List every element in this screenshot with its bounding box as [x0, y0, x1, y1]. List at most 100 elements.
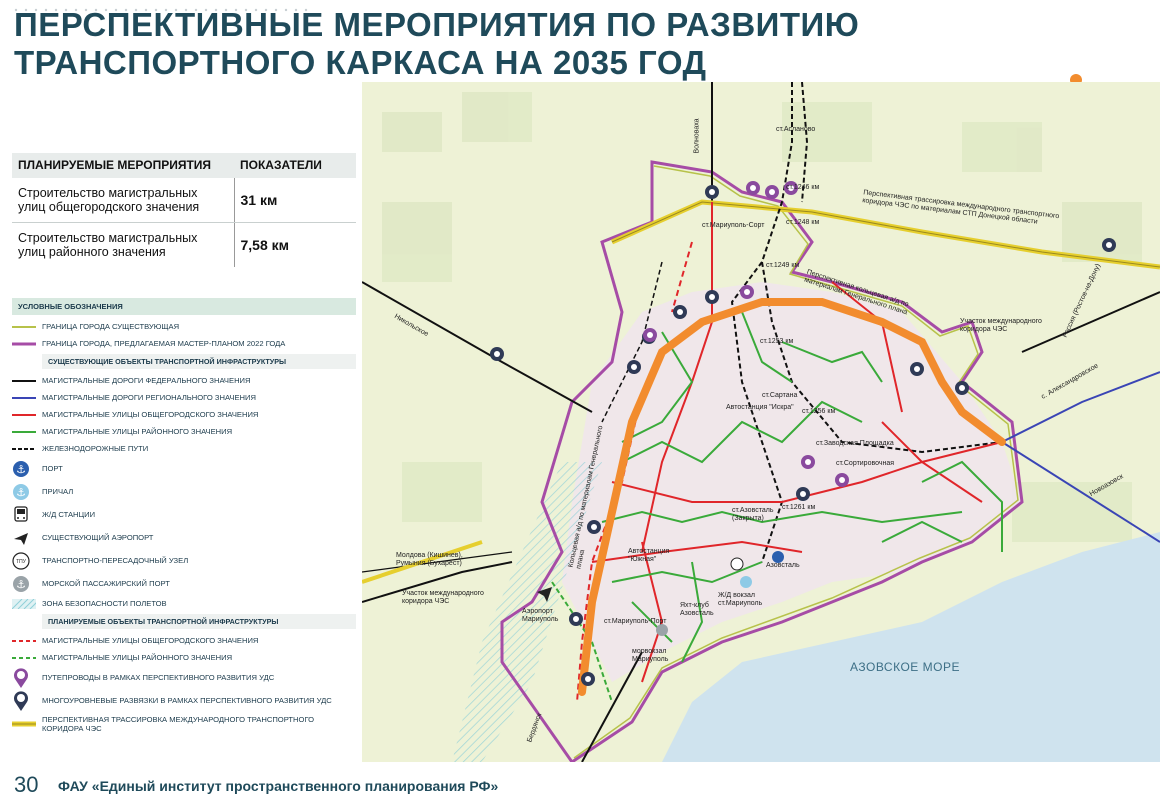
- legend-label: МАГИСТРАЛЬНЫЕ ДОРОГИ ФЕДЕРАЛЬНОГО ЗНАЧЕН…: [42, 376, 251, 385]
- svg-text:⚓: ⚓: [16, 578, 26, 591]
- map-label-km1261: ст.1261 км: [782, 504, 816, 511]
- dashed-line-swatch-icon: [12, 655, 42, 661]
- svg-text:⚓: ⚓: [16, 463, 26, 476]
- map-label-sea: АЗОВСКОЕ МОРЕ: [850, 660, 960, 674]
- legend-label: МАГИСТРАЛЬНЫЕ УЛИЦЫ РАЙОННОГО ЗНАЧЕНИЯ: [42, 653, 233, 662]
- map-legend: УСЛОВНЫЕ ОБОЗНАЧЕНИЯ ГРАНИЦА ГОРОДА СУЩЕ…: [12, 298, 356, 735]
- legend-item-port: ⚓ ПОРТ: [12, 457, 356, 480]
- metrics-table: ПЛАНИРУЕМЫЕ МЕРОПРИЯТИЯ ПОКАЗАТЕЛИ Строи…: [12, 153, 356, 267]
- railway-swatch-icon: [12, 446, 42, 452]
- metrics-row-label: Строительство магистральных улиц районно…: [18, 231, 198, 259]
- map-label-volnovakha: Волноваха: [693, 118, 701, 154]
- map-label-aslanovo: ст.Асланово: [776, 126, 816, 133]
- airplane-icon: [12, 529, 42, 547]
- map-label-sortirovochnaya: ст.Сортировочная: [836, 460, 895, 467]
- page-title: ПЕРСПЕКТИВНЫЕ МЕРОПРИЯТИЯ ПО РАЗВИТИЮ ТР…: [14, 6, 860, 81]
- map-label-azovstal: Азовсталь: [766, 562, 800, 569]
- pier-anchor-icon: ⚓: [12, 483, 42, 501]
- metrics-row: Строительство магистральных улиц районно…: [12, 222, 356, 267]
- sea-port-icon: ⚓: [12, 575, 42, 593]
- legend-label: МАГИСТРАЛЬНЫЕ ДОРОГИ РЕГИОНАЛЬНОГО ЗНАЧЕ…: [42, 393, 256, 402]
- legend-label: ТРАНСПОРТНО-ПЕРЕСАДОЧНЫЙ УЗЕЛ: [42, 556, 189, 565]
- map-label-mariupol-port: ст.Мариуполь-Порт: [604, 618, 667, 625]
- legend-label: ЗОНА БЕЗОПАСНОСТИ ПОЛЕТОВ: [42, 599, 167, 608]
- legend-label: ГРАНИЦА ГОРОДА, ПРЕДЛАГАЕМАЯ МАСТЕР-ПЛАН…: [42, 339, 286, 348]
- map-label-zavodskaya: ст.Заводская Площадка: [816, 440, 894, 447]
- map-label-iskra: Автостанция "Искра": [726, 404, 794, 411]
- anchor-icon: ⚓: [12, 460, 42, 478]
- hatched-zone-icon: [12, 598, 42, 609]
- metrics-header-value: ПОКАЗАТЕЛИ: [234, 153, 356, 178]
- legend-item-planned-district: МАГИСТРАЛЬНЫЕ УЛИЦЫ РАЙОННОГО ЗНАЧЕНИЯ: [12, 649, 356, 666]
- map-label-sartana: ст.Сартана: [762, 392, 798, 399]
- organization-name: ФАУ «Единый институт пространственного п…: [58, 778, 499, 794]
- map-label-mariupol-sort: ст.Мариуполь-Сорт: [702, 222, 765, 229]
- legend-item-sea-port: ⚓ МОРСКОЙ ПАССАЖИРСКИЙ ПОРТ: [12, 572, 356, 595]
- legend-item-boundary-planned: ГРАНИЦА ГОРОДА, ПРЕДЛАГАЕМАЯ МАСТЕР-ПЛАН…: [12, 335, 356, 352]
- legend-label: Ж/Д СТАНЦИИ: [42, 510, 96, 519]
- metrics-row: Строительство магистральных улиц общегор…: [12, 178, 356, 223]
- legend-item-airport: СУЩЕСТВУЮЩИЙ АЭРОПОРТ: [12, 526, 356, 549]
- legend-label: МОРСКОЙ ПАССАЖИРСКИЙ ПОРТ: [42, 579, 170, 588]
- tpu-glyph: ТПУ: [16, 559, 27, 565]
- transfer-hub-icon: ТПУ: [12, 551, 42, 570]
- legend-label: МАГИСТРАЛЬНЫЕ УЛИЦЫ ОБЩЕГОРОДСКОГО ЗНАЧЕ…: [42, 410, 259, 419]
- svg-text:⚓: ⚓: [16, 486, 26, 499]
- dashed-line-swatch-icon: [12, 638, 42, 644]
- legend-item-boundary-existing: ГРАНИЦА ГОРОДА СУЩЕСТВУЮЩАЯ: [12, 318, 356, 335]
- legend-item-rail-stations: Ж/Д СТАНЦИИ: [12, 503, 356, 526]
- legend-heading: УСЛОВНЫЕ ОБОЗНАЧЕНИЯ: [12, 298, 356, 315]
- legend-label: ПРИЧАЛ: [42, 487, 74, 496]
- legend-label: ГРАНИЦА ГОРОДА СУЩЕСТВУЮЩАЯ: [42, 322, 180, 331]
- map-label-km1256: ст.1256 км: [802, 408, 836, 415]
- legend-label: ПУТЕПРОВОДЫ В РАМКАХ ПЕРСПЕКТИВНОГО РАЗВ…: [42, 673, 275, 682]
- legend-item-overpasses: ПУТЕПРОВОДЫ В РАМКАХ ПЕРСПЕКТИВНОГО РАЗВ…: [12, 666, 356, 689]
- metrics-row-value: 7,58 км: [233, 222, 356, 267]
- interchange-pin-icon: [12, 690, 42, 712]
- map-label-seaport: морвокзал Мариуполь: [632, 648, 669, 663]
- line-swatch-icon: [12, 324, 42, 330]
- map-label-moldova: Молдова (Кишинев), Румыния (Бухарест): [396, 552, 463, 567]
- metrics-row-value: 31 км: [233, 178, 356, 223]
- legend-subheading: ПЛАНИРУЕМЫЕ ОБЪЕКТЫ ТРАНСПОРТНОЙ ИНФРАСТ…: [42, 614, 356, 629]
- metrics-header-activity: ПЛАНИРУЕМЫЕ МЕРОПРИЯТИЯ: [12, 153, 234, 178]
- legend-label: ПЕРСПЕКТИВНАЯ ТРАССИРОВКА МЕЖДУНАРОДНОГО…: [42, 714, 315, 733]
- legend-label: СУЩЕСТВУЮЩИЙ АЭРОПОРТ: [42, 533, 154, 542]
- legend-item-regional: МАГИСТРАЛЬНЫЕ ДОРОГИ РЕГИОНАЛЬНОГО ЗНАЧЕ…: [12, 389, 356, 406]
- map-label-southern-bus: Автостанция "Южная": [628, 548, 670, 563]
- line-swatch-icon: [12, 429, 42, 435]
- legend-subheading: СУЩЕСТВУЮЩИЕ ОБЪЕКТЫ ТРАНСПОРТНОЙ ИНФРАС…: [42, 354, 356, 369]
- map-label-rail-station: Ж/Д вокзал ст.Мариуполь: [718, 592, 763, 607]
- legend-item-railways: ЖЕЛЕЗНОДОРОЖНЫЕ ПУТИ: [12, 440, 356, 457]
- transport-map[interactable]: ст.Асланово ст.1246 км ст.1248 км ст.Мар…: [362, 82, 1160, 762]
- map-label-chs-right: Участок международного коридора ЧЭС: [960, 318, 1042, 333]
- line-swatch-icon: [12, 341, 42, 347]
- map-label-km1253: ст.1253 км: [760, 338, 794, 345]
- legend-label: МАГИСТРАЛЬНЫЕ УЛИЦЫ ОБЩЕГОРОДСКОГО ЗНАЧЕ…: [42, 636, 259, 645]
- map-label-km1249: ст.1249 км: [766, 262, 800, 269]
- overpass-pin-icon: [12, 667, 42, 689]
- legend-item-planned-city: МАГИСТРАЛЬНЫЕ УЛИЦЫ ОБЩЕГОРОДСКОГО ЗНАЧЕ…: [12, 632, 356, 649]
- metrics-row-label: Строительство магистральных улиц общегор…: [12, 178, 234, 223]
- legend-item-safety-zone: ЗОНА БЕЗОПАСНОСТИ ПОЛЕТОВ: [12, 595, 356, 612]
- line-swatch-icon: [12, 378, 42, 384]
- legend-item-corridor: ПЕРСПЕКТИВНАЯ ТРАССИРОВКА МЕЖДУНАРОДНОГО…: [12, 712, 356, 735]
- map-label-km1246: ст.1246 км: [786, 184, 820, 191]
- line-swatch-icon: [12, 412, 42, 418]
- legend-label: МНОГОУРОВНЕВЫЕ РАЗВЯЗКИ В РАМКАХ ПЕРСПЕК…: [42, 696, 332, 705]
- legend-item-district-streets: МАГИСТРАЛЬНЫЕ УЛИЦЫ РАЙОННОГО ЗНАЧЕНИЯ: [12, 423, 356, 440]
- train-icon: [12, 505, 42, 524]
- top-dot-pattern: [12, 0, 862, 12]
- page-number: 30: [14, 772, 39, 797]
- legend-item-city-streets: МАГИСТРАЛЬНЫЕ УЛИЦЫ ОБЩЕГОРОДСКОГО ЗНАЧЕ…: [12, 406, 356, 423]
- legend-item-federal: МАГИСТРАЛЬНЫЕ ДОРОГИ ФЕДЕРАЛЬНОГО ЗНАЧЕН…: [12, 372, 356, 389]
- corridor-swatch-icon: [12, 720, 42, 728]
- legend-label: МАГИСТРАЛЬНЫЕ УЛИЦЫ РАЙОННОГО ЗНАЧЕНИЯ: [42, 427, 233, 436]
- map-canvas: [362, 82, 1160, 762]
- map-label-chs-left: Участок международного коридора ЧЭС: [402, 590, 484, 605]
- map-label-yacht-club: Яхт-клуб Азовсталь: [680, 602, 714, 617]
- line-swatch-icon: [12, 395, 42, 401]
- legend-item-interchanges: МНОГОУРОВНЕВЫЕ РАЗВЯЗКИ В РАМКАХ ПЕРСПЕК…: [12, 689, 356, 712]
- legend-label: ПОРТ: [42, 464, 63, 473]
- map-label-airport: Аэропорт Мариуполь: [522, 608, 559, 623]
